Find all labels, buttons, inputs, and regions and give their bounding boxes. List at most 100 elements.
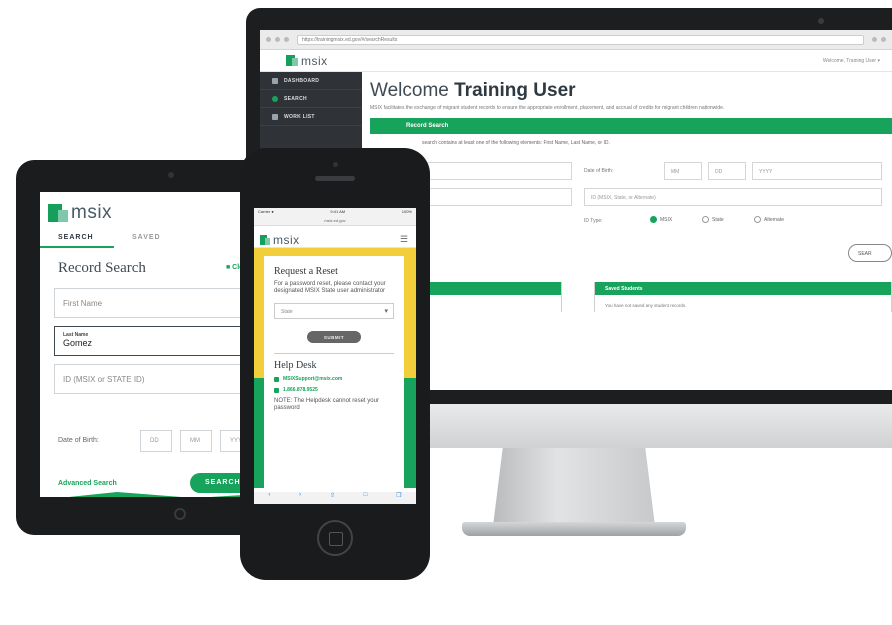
hamburger-menu-icon[interactable]: ☰ — [400, 234, 408, 245]
dob-day-input[interactable]: DD — [708, 162, 746, 180]
sidebar-item-work-list[interactable]: WORK LIST — [260, 108, 362, 126]
status-bar: Carrier ● 9:41 AM 100% — [254, 208, 416, 216]
menu-icon[interactable] — [881, 37, 886, 42]
radio-label: State — [712, 216, 724, 223]
tablet-screen: msix SEARCH SAVED Record Search ■ Clea F… — [40, 192, 260, 497]
tab-saved[interactable]: SAVED — [114, 230, 188, 248]
sidebar-item-label: WORK LIST — [284, 113, 315, 120]
advanced-search-link[interactable]: Advanced Search — [58, 480, 117, 487]
msix-logo[interactable]: msix — [286, 54, 328, 68]
help-phone: 1.866.878.9525 — [283, 387, 318, 393]
submit-button[interactable]: SUBMIT — [307, 331, 361, 343]
logo-text: msix — [301, 53, 328, 68]
back-icon[interactable]: ‹ — [268, 492, 270, 504]
dob-month-input[interactable]: MM — [664, 162, 702, 180]
msix-logo-icon — [286, 55, 298, 66]
id-type-label: ID Type: — [584, 218, 603, 224]
dob-year-input[interactable]: YYYY — [752, 162, 882, 180]
tablet-camera — [168, 172, 174, 178]
state-select[interactable]: State — [274, 303, 394, 319]
phone-device: Carrier ● 9:41 AM 100% msix.ed.gov msix … — [240, 148, 430, 580]
browser-toolbar: https://trainingmsix.ed.gov/#/searchResu… — [260, 30, 892, 50]
id-input[interactable]: ID (MSIX, State, or Alternate) — [584, 188, 882, 206]
share-icon[interactable]: ⇧ — [330, 492, 335, 504]
status-time: 9:41 AM — [330, 209, 346, 214]
bookmark-icon[interactable] — [872, 37, 877, 42]
radio-label: MSIX — [660, 216, 673, 223]
help-phone-link[interactable]: 1.866.878.9525 — [274, 387, 394, 393]
monitor-stand — [493, 448, 655, 526]
dob-label: Date of Birth: — [584, 168, 614, 174]
reset-card: Request a Reset For a password reset, pl… — [264, 256, 404, 490]
forward-icon[interactable] — [275, 37, 280, 42]
logo-text: msix — [273, 233, 300, 247]
phone-speaker — [315, 176, 355, 181]
first-name-input[interactable]: First Name — [54, 288, 254, 318]
help-desk-title: Help Desk — [274, 360, 317, 371]
saved-students-panel: Saved Students You have not saved any st… — [594, 282, 892, 312]
welcome-description: MSIX facilitates the exchange of migrant… — [370, 105, 725, 111]
list-icon — [272, 113, 278, 120]
sidebar-item-label: SEARCH — [284, 95, 307, 102]
tabs-icon[interactable]: ❐ — [396, 492, 401, 504]
phone-icon — [274, 387, 279, 393]
back-icon[interactable] — [266, 37, 271, 42]
dashboard-icon — [272, 77, 278, 84]
sidebar-item-dashboard[interactable]: DASHBOARD — [260, 72, 362, 90]
phone-screen: Carrier ● 9:41 AM 100% msix.ed.gov msix … — [254, 208, 416, 504]
phone-home-button[interactable] — [317, 520, 353, 556]
radio-dot — [650, 216, 657, 223]
record-search-header: Record Search — [370, 118, 892, 134]
record-search-hint: search contains at least one of the foll… — [422, 140, 610, 146]
email-icon — [274, 376, 279, 382]
battery-text: 100% — [401, 209, 412, 214]
tablet-tabs: SEARCH SAVED — [40, 230, 260, 248]
radio-label: Alternate — [764, 216, 785, 223]
user-menu[interactable]: Welcome, Training User ▾ — [823, 58, 880, 64]
dob-day-input[interactable]: DD — [140, 430, 172, 452]
msix-logo-icon — [260, 235, 270, 245]
tab-search[interactable]: SEARCH — [40, 230, 114, 248]
page-title: Welcome Training User — [370, 80, 576, 102]
sidebar-item-search[interactable]: SEARCH — [260, 90, 362, 108]
desktop-search-button[interactable]: SEAR — [848, 244, 892, 262]
dob-month-input[interactable]: MM — [180, 430, 212, 452]
help-email: MSIXSupport@msix.com — [283, 376, 343, 382]
help-email-link[interactable]: MSIXSupport@msix.com — [274, 376, 394, 382]
phone-header: msix ☰ — [254, 228, 416, 248]
reset-text: For a password reset, please contact you… — [274, 281, 386, 294]
msix-logo[interactable]: msix — [48, 202, 112, 224]
last-name-value: Gomez — [63, 338, 93, 348]
search-icon — [272, 95, 278, 102]
reload-icon[interactable] — [284, 37, 289, 42]
dob-label: Date of Birth: — [58, 437, 99, 444]
tablet-home-button[interactable] — [174, 508, 186, 520]
msix-logo[interactable]: msix — [260, 233, 300, 247]
divider — [274, 353, 394, 354]
carrier-text: Carrier ● — [258, 209, 274, 214]
sidebar-item-label: DASHBOARD — [284, 77, 320, 84]
phone-camera — [333, 162, 338, 167]
radio-alternate[interactable]: Alternate — [754, 216, 784, 223]
welcome-name: Training User — [454, 80, 576, 101]
panel-title: Saved Students — [595, 282, 891, 295]
monitor-base — [462, 522, 686, 536]
address-bar[interactable]: msix.ed.gov — [254, 216, 416, 226]
reset-title: Request a Reset — [274, 266, 338, 277]
radio-dot — [702, 216, 709, 223]
last-name-input[interactable]: Last Name Gomez — [54, 326, 254, 356]
desktop-header: msix Welcome, Training User ▾ — [260, 50, 892, 72]
radio-dot — [754, 216, 761, 223]
monitor-camera — [818, 18, 824, 24]
address-bar[interactable]: https://trainingmsix.ed.gov/#/searchResu… — [297, 34, 864, 45]
panel-body: You have not saved any student records. — [605, 303, 687, 308]
tablet-device: msix SEARCH SAVED Record Search ■ Clea F… — [16, 160, 264, 535]
forward-icon[interactable]: › — [299, 492, 301, 504]
radio-state[interactable]: State — [702, 216, 724, 223]
radio-msix[interactable]: MSIX — [650, 216, 672, 223]
help-note: NOTE: The Helpdesk cannot reset your pas… — [274, 398, 379, 411]
bookmarks-icon[interactable]: □ — [364, 492, 368, 504]
welcome-prefix: Welcome — [370, 80, 449, 101]
logo-text: msix — [71, 202, 113, 223]
id-input[interactable]: ID (MSIX or STATE ID) — [54, 364, 254, 394]
